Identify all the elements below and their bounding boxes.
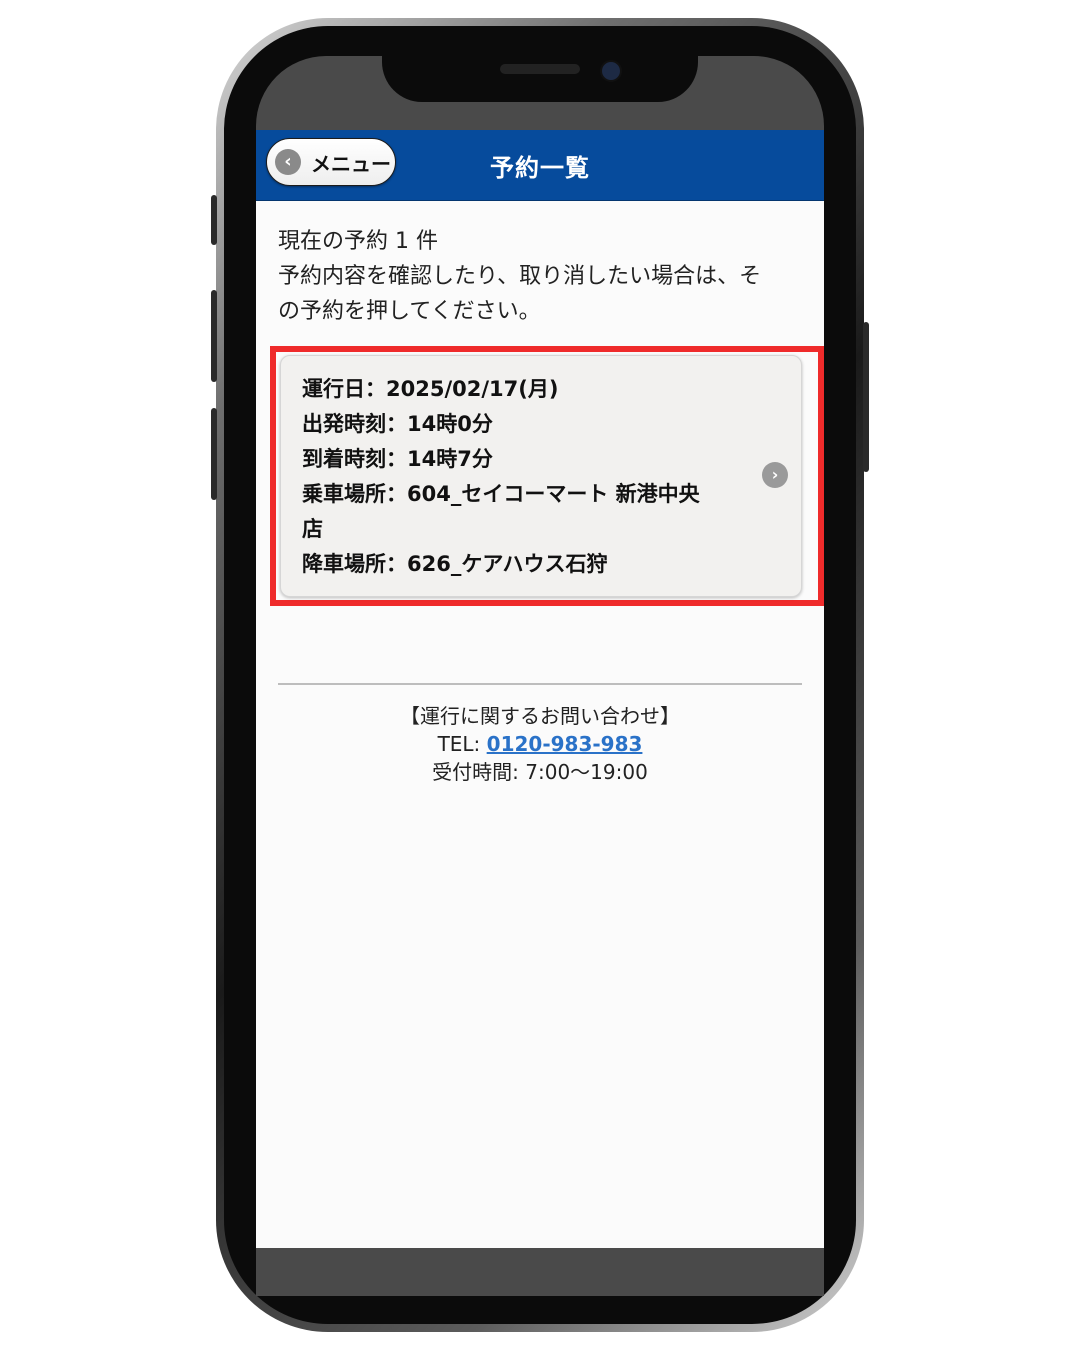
divider: [278, 683, 802, 685]
tel-label: TEL:: [437, 732, 487, 756]
app-viewport: ‹ メニュー 予約一覧 現在の予約 1 件 予約内容を確認したり、取り消したい場…: [256, 130, 824, 1248]
volume-up-button: [211, 290, 217, 382]
contact-tel-row: TEL: 0120-983-983: [256, 730, 824, 758]
business-hours: 受付時間: 7:00〜19:00: [432, 760, 648, 784]
reservation-details: 運行日：2025/02/17(月) 出発時刻：14時0分 到着時刻：14時7分 …: [302, 372, 742, 582]
intro-text: 現在の予約 1 件 予約内容を確認したり、取り消したい場合は、そ の予約を押して…: [278, 224, 808, 329]
intro-line: 現在の予約 1 件: [278, 229, 438, 254]
boarding-place-cont: 店: [302, 517, 323, 541]
header-bar: ‹ メニュー 予約一覧: [256, 130, 824, 201]
intro-line: 予約内容を確認したり、取り消したい場合は、そ: [278, 264, 762, 289]
operation-date: 運行日：2025/02/17(月): [302, 377, 559, 401]
page-title: 予約一覧: [490, 154, 590, 182]
contact-heading: 【運行に関するお問い合わせ】: [400, 704, 680, 728]
tel-link[interactable]: 0120-983-983: [487, 732, 643, 756]
volume-down-button: [211, 408, 217, 500]
contact-info: 【運行に関するお問い合わせ】 TEL: 0120-983-983 受付時間: 7…: [256, 702, 824, 786]
chevron-right-icon: ›: [762, 462, 788, 488]
front-camera-icon: [600, 60, 622, 82]
screen-bottom-bar: [256, 1248, 824, 1296]
intro-line: の予約を押してください。: [278, 299, 541, 324]
power-button: [863, 322, 869, 472]
boarding-place: 乗車場所：604_セイコーマート 新港中央: [302, 482, 700, 506]
departure-time: 出発時刻：14時0分: [302, 412, 493, 436]
reservation-item[interactable]: 運行日：2025/02/17(月) 出発時刻：14時0分 到着時刻：14時7分 …: [280, 355, 802, 597]
alighting-place: 降車場所：626_ケアハウス石狩: [302, 552, 608, 576]
mute-switch: [211, 195, 217, 245]
arrival-time: 到着時刻：14時7分: [302, 447, 493, 471]
speaker-grille: [500, 64, 580, 74]
